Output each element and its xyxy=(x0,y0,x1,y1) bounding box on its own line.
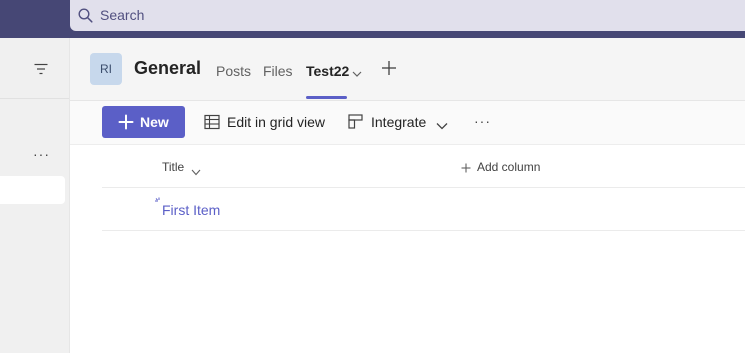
chevron-down-icon[interactable] xyxy=(191,163,201,181)
search-icon xyxy=(78,8,93,28)
new-item-button[interactable]: New xyxy=(102,106,185,138)
add-tab-icon[interactable] xyxy=(381,60,397,81)
divider xyxy=(0,98,69,99)
plus-icon[interactable] xyxy=(461,160,471,178)
active-tab-indicator xyxy=(306,96,347,99)
more-options-button[interactable]: ··· xyxy=(474,113,491,129)
filter-icon[interactable] xyxy=(34,62,48,80)
column-title-header[interactable]: Title xyxy=(162,160,184,174)
more-options-button[interactable]: ··· xyxy=(33,146,50,162)
item-title-link[interactable]: First Item xyxy=(162,202,220,218)
edit-in-grid-view-button[interactable]: Edit in grid view xyxy=(227,114,325,130)
new-button-label: New xyxy=(140,114,169,130)
list-toolbar: New Edit in grid view Integrate ··· xyxy=(70,101,745,145)
channel-content: RI General Posts Files Test22 New Edit i… xyxy=(70,38,745,353)
tab-posts[interactable]: Posts xyxy=(216,63,251,79)
channel-header: RI General Posts Files Test22 xyxy=(70,38,745,101)
team-avatar[interactable]: RI xyxy=(90,53,122,85)
selected-channel-item[interactable] xyxy=(0,176,65,204)
title-bar: Search xyxy=(0,0,745,38)
chevron-down-icon[interactable] xyxy=(436,117,448,135)
table-row[interactable]: First Item xyxy=(102,188,745,231)
plus-icon xyxy=(118,114,134,135)
integrate-icon xyxy=(348,114,363,134)
channel-title: General xyxy=(134,58,202,78)
tab-test22[interactable]: Test22 xyxy=(306,63,349,79)
integrate-button[interactable]: Integrate xyxy=(371,114,426,130)
search-placeholder[interactable]: Search xyxy=(100,7,144,23)
add-column-button[interactable]: Add column xyxy=(477,160,540,174)
chevron-down-icon[interactable] xyxy=(352,65,362,83)
tab-files[interactable]: Files xyxy=(263,63,293,79)
search-box[interactable]: Search xyxy=(70,0,745,31)
channel-list-pane: ··· xyxy=(0,38,70,353)
list-column-header: Title Add column xyxy=(102,144,745,188)
grid-icon xyxy=(204,114,220,135)
